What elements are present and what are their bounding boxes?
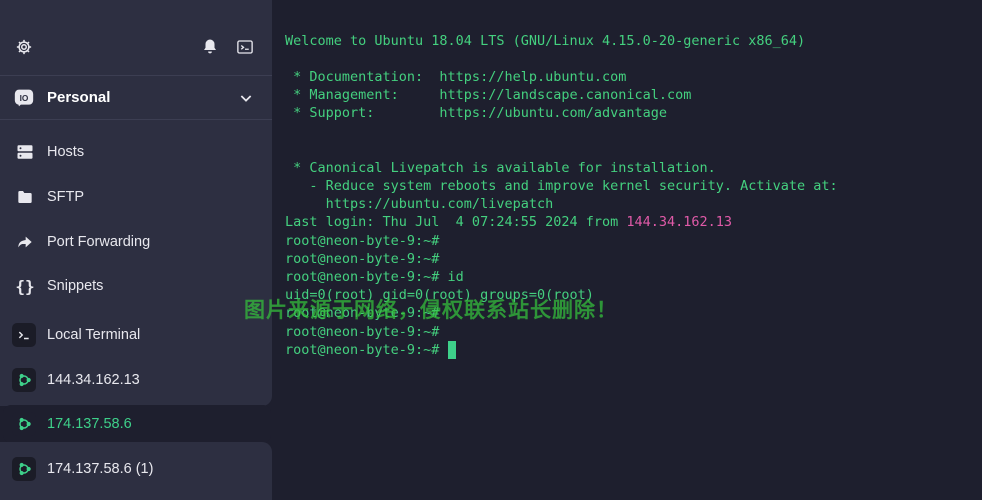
svg-text:IO: IO [20, 93, 29, 103]
chevron-down-icon[interactable] [238, 90, 254, 106]
terminal-prompt-icon [12, 323, 36, 347]
terminal-line: * Documentation: https://help.ubuntu.com [285, 69, 627, 85]
sidebar-panel: IO Personal Hosts SFTP Port Forwarding {… [0, 0, 272, 406]
vault-selector[interactable]: IO Personal [0, 76, 272, 120]
sidebar-item-sftp[interactable]: SFTP [0, 179, 272, 215]
terminal-line: - Reduce system reboots and improve kern… [285, 178, 838, 194]
ubuntu-icon [12, 412, 36, 436]
host-label: 144.34.162.13 [47, 372, 140, 388]
ubuntu-icon [12, 368, 36, 392]
bell-icon[interactable] [200, 37, 220, 57]
sidebar-item-port-forwarding[interactable]: Port Forwarding [0, 224, 272, 260]
last-login-line: Last login: Thu Jul 4 07:24:55 2024 from… [285, 213, 732, 231]
vault-icon: IO [14, 89, 34, 107]
terminal-line: root@neon-byte-9:~# [285, 251, 440, 267]
terminal-line: * Canonical Livepatch is available for i… [285, 160, 716, 176]
terminal-prompt: root@neon-byte-9:~# [285, 342, 448, 358]
gear-icon[interactable] [14, 37, 34, 57]
terminal-output[interactable]: Welcome to Ubuntu 18.04 LTS (GNU/Linux 4… [272, 0, 982, 500]
sidebar-panel-bottom: 174.137.58.6 (1) [0, 442, 272, 500]
forward-arrow-icon [15, 232, 35, 252]
host-item-active[interactable]: 174.137.58.6 [3, 405, 271, 443]
terminal-line: Welcome to Ubuntu 18.04 LTS (GNU/Linux 4… [285, 33, 806, 49]
ubuntu-icon [12, 457, 36, 481]
hosts-icon [15, 142, 35, 162]
host-label: 174.137.58.6 (1) [47, 461, 154, 477]
sidebar-item-label: SFTP [47, 189, 85, 205]
terminal-prompt-line[interactable]: root@neon-byte-9:~# [285, 341, 456, 359]
sidebar-item-label: Snippets [47, 278, 104, 294]
sidebar-item-label: Hosts [47, 144, 85, 160]
folder-icon [15, 187, 35, 207]
sidebar-item-label: Port Forwarding [47, 234, 151, 250]
vault-label: Personal [47, 89, 111, 106]
host-label: Local Terminal [47, 327, 141, 343]
last-login-ip: 144.34.162.13 [626, 214, 733, 230]
terminal-line: https://ubuntu.com/livepatch [285, 196, 554, 212]
terminal-line: root@neon-byte-9:~# [285, 233, 440, 249]
host-item[interactable]: 144.34.162.13 [0, 360, 272, 400]
last-login-text: Last login: Thu Jul 4 07:24:55 2024 from [285, 214, 627, 230]
host-label: 174.137.58.6 [47, 416, 132, 432]
host-item[interactable]: 174.137.58.6 (1) [0, 449, 272, 489]
terminal-line: * Support: https://ubuntu.com/advantage [285, 105, 668, 121]
sidebar: IO Personal Hosts SFTP Port Forwarding {… [0, 0, 272, 500]
sidebar-item-snippets[interactable]: {} Snippets [0, 268, 272, 304]
watermark: 图片来源于网络，侵权联系站长删除！ [244, 298, 618, 322]
terminal-line: * Management: https://landscape.canonica… [285, 87, 692, 103]
sidebar-item-hosts[interactable]: Hosts [0, 134, 272, 170]
terminal-line: root@neon-byte-9:~# id [285, 269, 464, 285]
terminal-icon[interactable] [235, 37, 255, 57]
terminal-cursor [447, 341, 456, 359]
sidebar-toolbar [0, 0, 272, 76]
terminal-line: root@neon-byte-9:~# [285, 324, 440, 340]
host-item-local-terminal[interactable]: Local Terminal [0, 315, 272, 355]
curly-braces-icon: {} [15, 276, 35, 296]
